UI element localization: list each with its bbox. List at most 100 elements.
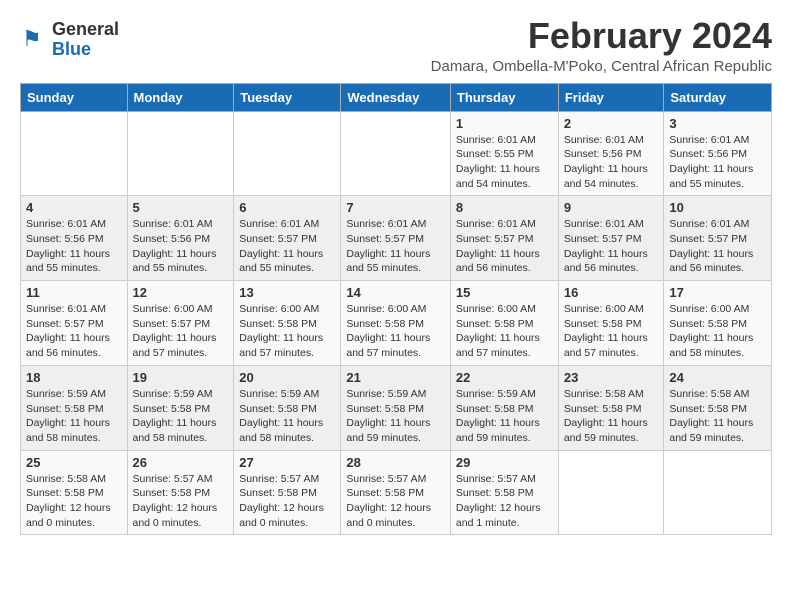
day-info: Sunrise: 6:00 AM Sunset: 5:58 PM Dayligh… (564, 302, 659, 361)
day-info: Sunrise: 5:58 AM Sunset: 5:58 PM Dayligh… (669, 387, 766, 446)
day-info: Sunrise: 6:01 AM Sunset: 5:56 PM Dayligh… (564, 133, 659, 192)
day-info: Sunrise: 6:00 AM Sunset: 5:58 PM Dayligh… (669, 302, 766, 361)
day-info: Sunrise: 6:01 AM Sunset: 5:56 PM Dayligh… (26, 217, 122, 276)
day-cell: 8 Sunrise: 6:01 AM Sunset: 5:57 PM Daylig… (450, 196, 558, 281)
page-header: ⚑ General Blue February 2024 Damara, Omb… (20, 16, 772, 75)
day-info: Sunrise: 5:57 AM Sunset: 5:58 PM Dayligh… (346, 472, 445, 531)
day-number: 29 (456, 455, 553, 470)
day-number: 14 (346, 285, 445, 300)
day-info: Sunrise: 6:01 AM Sunset: 5:57 PM Dayligh… (669, 217, 766, 276)
day-cell (234, 111, 341, 196)
day-cell (664, 450, 772, 535)
day-cell: 11 Sunrise: 6:01 AM Sunset: 5:57 PM Dayli… (21, 281, 128, 366)
day-header-wednesday: Wednesday (341, 83, 451, 111)
day-number: 26 (133, 455, 229, 470)
day-info: Sunrise: 6:01 AM Sunset: 5:57 PM Dayligh… (456, 217, 553, 276)
day-cell: 28 Sunrise: 5:57 AM Sunset: 5:58 PM Dayli… (341, 450, 451, 535)
day-cell: 25 Sunrise: 5:58 AM Sunset: 5:58 PM Dayli… (21, 450, 128, 535)
day-number: 15 (456, 285, 553, 300)
day-info: Sunrise: 5:57 AM Sunset: 5:58 PM Dayligh… (133, 472, 229, 531)
day-number: 4 (26, 200, 122, 215)
day-info: Sunrise: 5:59 AM Sunset: 5:58 PM Dayligh… (239, 387, 335, 446)
day-cell: 4 Sunrise: 6:01 AM Sunset: 5:56 PM Daylig… (21, 196, 128, 281)
day-cell: 15 Sunrise: 6:00 AM Sunset: 5:58 PM Dayli… (450, 281, 558, 366)
day-cell: 9Sunrise: 6:01 AM Sunset: 5:57 PM Daylig… (558, 196, 664, 281)
day-number: 27 (239, 455, 335, 470)
day-cell: 23 Sunrise: 5:58 AM Sunset: 5:58 PM Dayli… (558, 365, 664, 450)
day-info: Sunrise: 5:57 AM Sunset: 5:58 PM Dayligh… (239, 472, 335, 531)
week-row-4: 18Sunrise: 5:59 AM Sunset: 5:58 PM Dayli… (21, 365, 772, 450)
day-header-saturday: Saturday (664, 83, 772, 111)
day-number: 22 (456, 370, 553, 385)
day-number: 8 (456, 200, 553, 215)
day-cell: 3Sunrise: 6:01 AM Sunset: 5:56 PM Daylig… (664, 111, 772, 196)
day-cell: 7 Sunrise: 6:01 AM Sunset: 5:57 PM Daylig… (341, 196, 451, 281)
day-cell: 14 Sunrise: 6:00 AM Sunset: 5:58 PM Dayli… (341, 281, 451, 366)
day-number: 12 (133, 285, 229, 300)
day-info: Sunrise: 6:01 AM Sunset: 5:57 PM Dayligh… (239, 217, 335, 276)
day-cell: 19 Sunrise: 5:59 AM Sunset: 5:58 PM Dayli… (127, 365, 234, 450)
day-info: Sunrise: 6:00 AM Sunset: 5:57 PM Dayligh… (133, 302, 229, 361)
day-cell: 6 Sunrise: 6:01 AM Sunset: 5:57 PM Daylig… (234, 196, 341, 281)
day-number: 10 (669, 200, 766, 215)
header-row: SundayMondayTuesdayWednesdayThursdayFrid… (21, 83, 772, 111)
day-number: 16 (564, 285, 659, 300)
day-number: 7 (346, 200, 445, 215)
day-cell: 5 Sunrise: 6:01 AM Sunset: 5:56 PM Daylig… (127, 196, 234, 281)
day-info: Sunrise: 5:59 AM Sunset: 5:58 PM Dayligh… (133, 387, 229, 446)
day-header-sunday: Sunday (21, 83, 128, 111)
day-cell: 20 Sunrise: 5:59 AM Sunset: 5:58 PM Dayli… (234, 365, 341, 450)
logo: ⚑ General Blue (20, 20, 119, 60)
day-info: Sunrise: 5:58 AM Sunset: 5:58 PM Dayligh… (26, 472, 122, 531)
day-number: 21 (346, 370, 445, 385)
day-number: 2 (564, 116, 659, 131)
day-number: 11 (26, 285, 122, 300)
day-cell: 21 Sunrise: 5:59 AM Sunset: 5:58 PM Dayli… (341, 365, 451, 450)
day-number: 13 (239, 285, 335, 300)
day-cell: 24 Sunrise: 5:58 AM Sunset: 5:58 PM Dayli… (664, 365, 772, 450)
day-info: Sunrise: 6:01 AM Sunset: 5:56 PM Dayligh… (133, 217, 229, 276)
day-info: Sunrise: 5:57 AM Sunset: 5:58 PM Dayligh… (456, 472, 553, 531)
calendar-title: February 2024 (431, 16, 772, 56)
day-number: 24 (669, 370, 766, 385)
day-number: 1 (456, 116, 553, 131)
day-info: Sunrise: 6:00 AM Sunset: 5:58 PM Dayligh… (346, 302, 445, 361)
day-info: Sunrise: 5:58 AM Sunset: 5:58 PM Dayligh… (564, 387, 659, 446)
week-row-1: 1 Sunrise: 6:01 AM Sunset: 5:55 PM Daylig… (21, 111, 772, 196)
day-cell: 17 Sunrise: 6:00 AM Sunset: 5:58 PM Dayli… (664, 281, 772, 366)
day-cell: 22 Sunrise: 5:59 AM Sunset: 5:58 PM Dayli… (450, 365, 558, 450)
day-info: Sunrise: 5:59 AM Sunset: 5:58 PM Dayligh… (346, 387, 445, 446)
day-number: 25 (26, 455, 122, 470)
day-header-monday: Monday (127, 83, 234, 111)
day-number: 6 (239, 200, 335, 215)
calendar-subtitle: Damara, Ombella-M'Poko, Central African … (431, 58, 772, 75)
day-info: Sunrise: 6:01 AM Sunset: 5:55 PM Dayligh… (456, 133, 553, 192)
day-cell: 10 Sunrise: 6:01 AM Sunset: 5:57 PM Dayli… (664, 196, 772, 281)
day-cell (127, 111, 234, 196)
svg-text:⚑: ⚑ (22, 26, 42, 51)
day-number: 5 (133, 200, 229, 215)
day-number: 9 (564, 200, 659, 215)
day-cell: 13 Sunrise: 6:00 AM Sunset: 5:58 PM Dayli… (234, 281, 341, 366)
day-number: 23 (564, 370, 659, 385)
logo-general: General Blue (52, 20, 119, 60)
logo-icon: ⚑ (20, 26, 48, 54)
day-header-tuesday: Tuesday (234, 83, 341, 111)
day-info: Sunrise: 6:01 AM Sunset: 5:57 PM Dayligh… (346, 217, 445, 276)
day-info: Sunrise: 5:59 AM Sunset: 5:58 PM Dayligh… (26, 387, 122, 446)
day-cell: 29 Sunrise: 5:57 AM Sunset: 5:58 PM Dayli… (450, 450, 558, 535)
day-header-friday: Friday (558, 83, 664, 111)
day-number: 28 (346, 455, 445, 470)
day-info: Sunrise: 6:00 AM Sunset: 5:58 PM Dayligh… (456, 302, 553, 361)
day-number: 17 (669, 285, 766, 300)
day-header-thursday: Thursday (450, 83, 558, 111)
day-info: Sunrise: 5:59 AM Sunset: 5:58 PM Dayligh… (456, 387, 553, 446)
day-number: 19 (133, 370, 229, 385)
day-number: 20 (239, 370, 335, 385)
day-info: Sunrise: 6:01 AM Sunset: 5:56 PM Dayligh… (669, 133, 766, 192)
week-row-3: 11 Sunrise: 6:01 AM Sunset: 5:57 PM Dayli… (21, 281, 772, 366)
day-info: Sunrise: 6:00 AM Sunset: 5:58 PM Dayligh… (239, 302, 335, 361)
day-info: Sunrise: 6:01 AM Sunset: 5:57 PM Dayligh… (26, 302, 122, 361)
day-cell: 26 Sunrise: 5:57 AM Sunset: 5:58 PM Dayli… (127, 450, 234, 535)
week-row-2: 4 Sunrise: 6:01 AM Sunset: 5:56 PM Daylig… (21, 196, 772, 281)
